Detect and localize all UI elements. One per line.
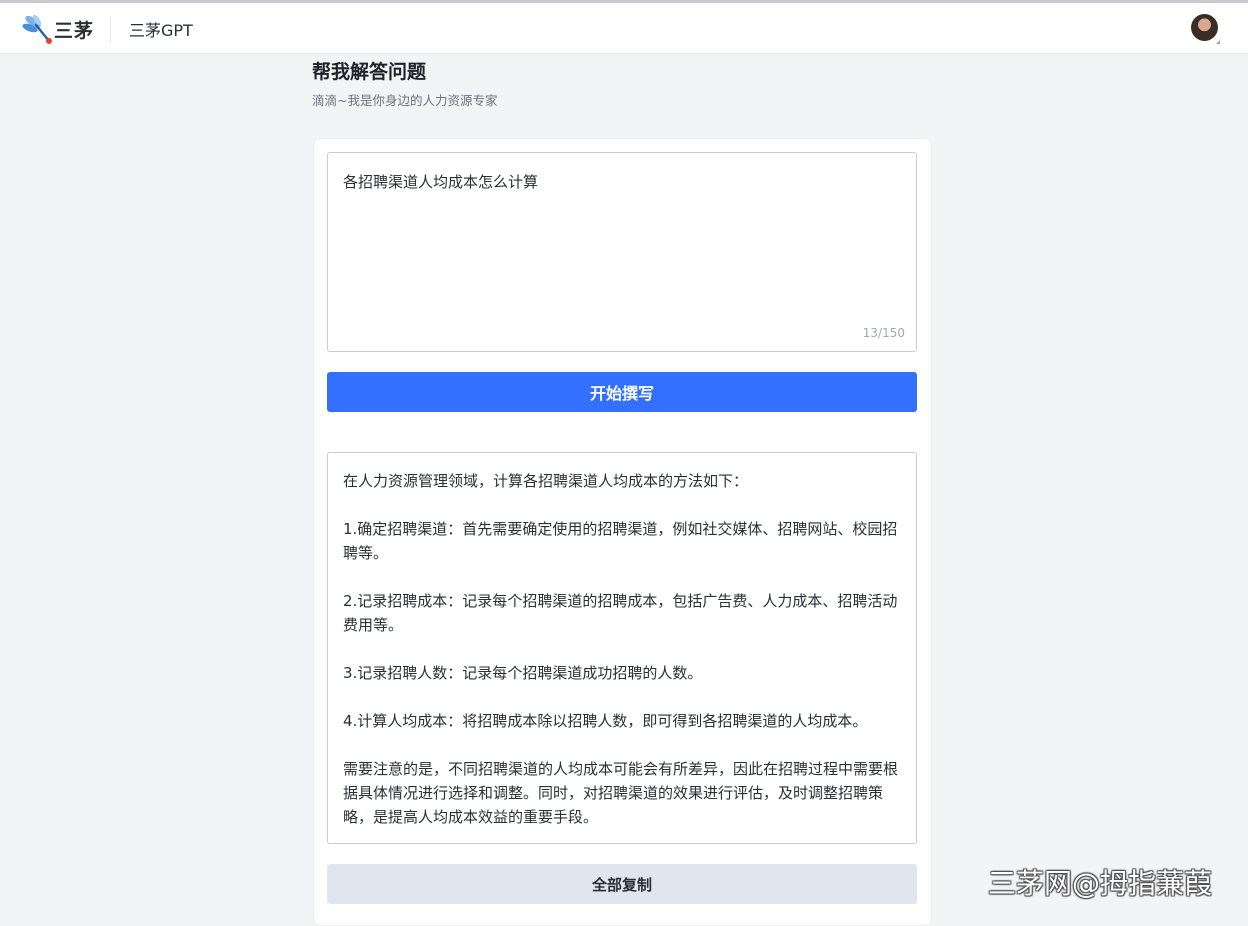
- user-avatar[interactable]: [1191, 14, 1218, 41]
- header-divider: [110, 16, 111, 42]
- start-writing-button[interactable]: 开始撰写: [327, 372, 917, 412]
- answer-output-box[interactable]: 在人力资源管理领域，计算各招聘渠道人均成本的方法如下： 1.确定招聘渠道：首先需…: [327, 452, 917, 844]
- app-name: 三茅GPT: [129, 21, 193, 40]
- character-counter: 13/150: [862, 326, 905, 340]
- logo-text: 三茅: [54, 19, 95, 42]
- logo[interactable]: 三茅: [22, 12, 94, 46]
- answer-paragraph: 3.记录招聘人数：记录每个招聘渠道成功招聘的人数。: [343, 664, 703, 682]
- answer-paragraph: 1.确定招聘渠道：首先需要确定使用的招聘渠道，例如社交媒体、招聘网站、校园招聘等…: [343, 520, 898, 562]
- page-subtitle: 滴滴~我是你身边的人力资源专家: [312, 93, 498, 108]
- copy-all-button[interactable]: 全部复制: [327, 864, 917, 904]
- dragonfly-logo-icon: [22, 14, 52, 44]
- question-textarea[interactable]: 各招聘渠道人均成本怎么计算 13/150: [327, 152, 917, 352]
- top-header: 三茅 三茅GPT: [0, 3, 1248, 53]
- question-text: 各招聘渠道人均成本怎么计算: [343, 173, 539, 191]
- answer-paragraph: 2.记录招聘成本：记录每个招聘渠道的招聘成本，包括广告费、人力成本、招聘活动费用…: [343, 592, 898, 634]
- avatar-caret-icon: [1216, 40, 1220, 44]
- answer-paragraph: 需要注意的是，不同招聘渠道的人均成本可能会有所差异，因此在招聘过程中需要根据具体…: [343, 760, 899, 826]
- page-title: 帮我解答问题: [312, 61, 427, 83]
- answer-paragraph: 4.计算人均成本：将招聘成本除以招聘人数，即可得到各招聘渠道的人均成本。: [343, 712, 868, 730]
- answer-content: 在人力资源管理领域，计算各招聘渠道人均成本的方法如下： 1.确定招聘渠道：首先需…: [343, 469, 905, 829]
- answer-paragraph: 在人力资源管理领域，计算各招聘渠道人均成本的方法如下：: [343, 472, 749, 490]
- watermark: 三茅网@拇指蒹葭: [988, 867, 1213, 900]
